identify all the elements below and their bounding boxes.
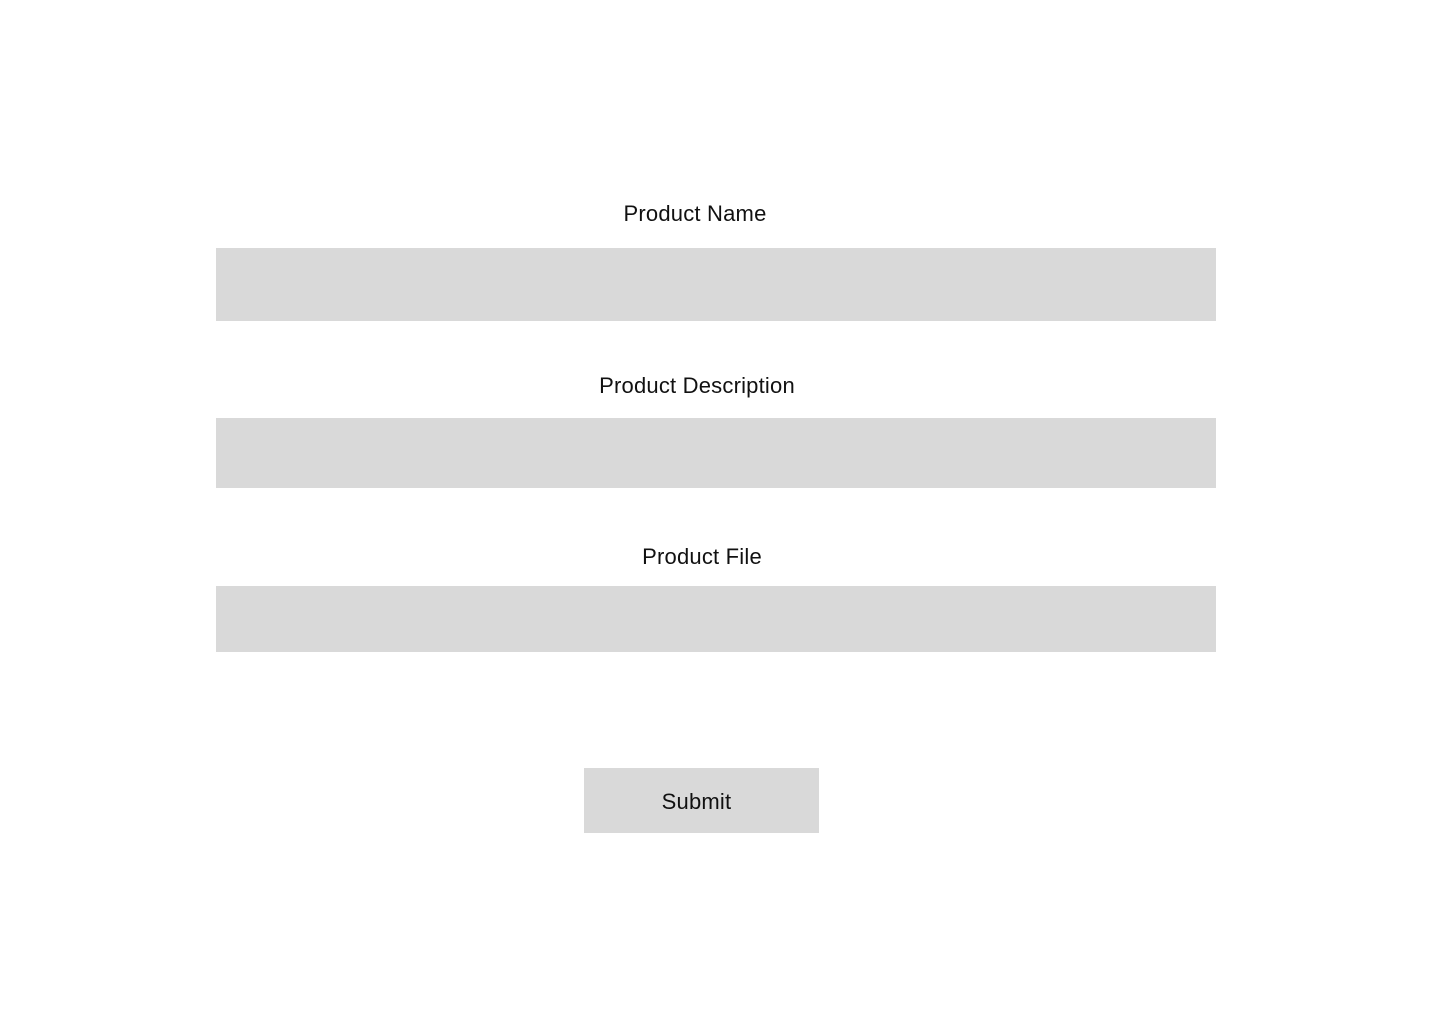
product-file-input[interactable] bbox=[216, 586, 1216, 652]
product-description-label: Product Description bbox=[599, 373, 795, 398]
product-form-page: Product Name Product Description Product… bbox=[0, 0, 1440, 1024]
product-name-label: Product Name bbox=[623, 201, 767, 226]
submit-button[interactable]: Submit bbox=[584, 768, 819, 833]
product-file-label: Product File bbox=[642, 544, 762, 569]
submit-button-label: Submit bbox=[661, 788, 732, 814]
product-description-input[interactable] bbox=[216, 418, 1216, 488]
product-name-input[interactable] bbox=[216, 248, 1216, 321]
